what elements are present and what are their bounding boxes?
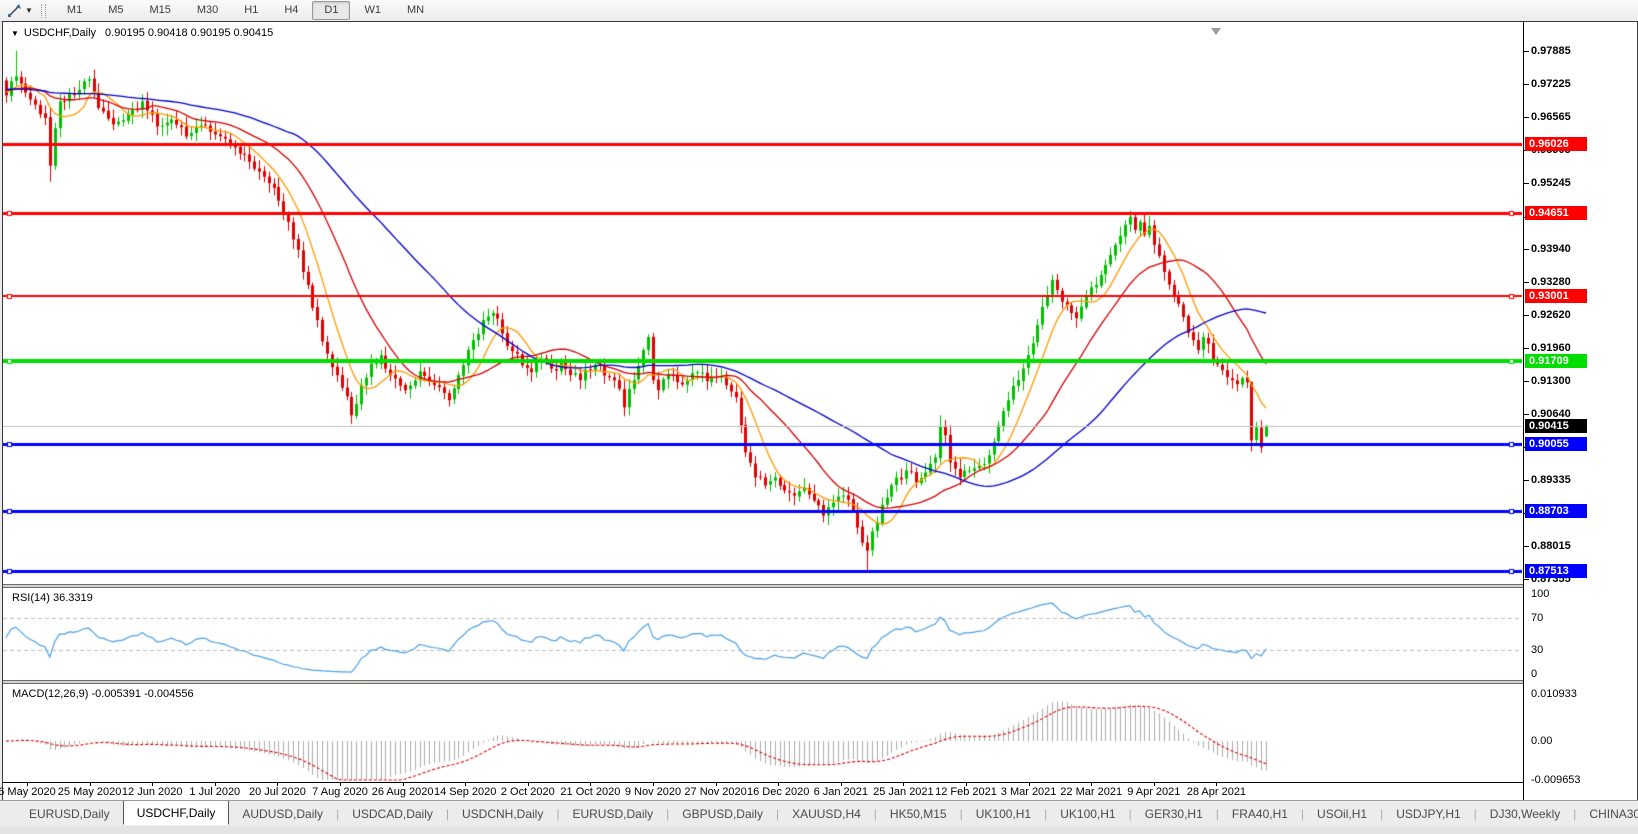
rsi-scale-label: 70 [1531,612,1544,624]
level-price-label: 0.93001 [1525,288,1587,303]
date-axis-label: 25 Jan 2021 [873,786,934,798]
rsi-indicator-label: RSI(14) 36.3319 [12,592,93,604]
current-price-label: 0.90415 [1525,418,1587,433]
price-axis-tick: 0.93940 [1524,242,1571,255]
date-axis-label: 28 Apr 2021 [1186,786,1247,798]
chart-ohlc-values: 0.90195 0.90418 0.90195 0.90415 [105,27,274,39]
symbol-dropdown-icon[interactable]: ▼ [11,29,19,38]
date-axis-label: 12 Jun 2020 [121,786,183,798]
tool-dropdown-caret-icon[interactable]: ▼ [25,6,33,15]
price-axis-tick: 0.96565 [1524,111,1571,124]
level-price-label: 0.90055 [1525,436,1587,451]
chart-tab-uk100-h1[interactable]: UK100,H1 [1047,803,1128,825]
price-axis-tick: 0.89335 [1524,473,1571,486]
timeframe-button-d1[interactable]: D1 [312,1,351,20]
price-axis-tick: 0.93280 [1524,275,1571,288]
chart-tab-usdcad-daily[interactable]: USDCAD,Daily [339,803,446,825]
date-axis-label: 3 Mar 2021 [1000,786,1057,798]
date-axis-label: 6 May 2020 [0,786,56,798]
price-axis-tick: 0.91960 [1524,342,1571,355]
level-price-label: 0.96026 [1525,137,1587,152]
price-axis-tick: 0.95245 [1524,177,1571,190]
timeframe-button-m15[interactable]: M15 [137,1,182,20]
date-axis-label: 1 Jul 2020 [189,786,241,798]
chart-tab-ger30-h1[interactable]: GER30,H1 [1132,803,1216,825]
price-chart-canvas[interactable] [3,22,1522,584]
date-axis-label: 16 Dec 2020 [746,786,810,798]
chart-symbol-label: USDCHF,Daily [23,27,97,39]
macd-scale-label: -0.009653 [1531,774,1581,786]
chart-shift-marker[interactable] [1211,28,1221,35]
rsi-scale-label: 30 [1531,644,1544,656]
date-axis-label: 12 Feb 2021 [935,786,997,798]
chart-tab-china300-h1[interactable]: CHINA300,H1 [1576,803,1638,825]
line-studies-icon[interactable] [3,2,25,20]
date-axis-label: 20 Jul 2020 [248,786,306,798]
macd-panel-canvas[interactable] [3,684,1522,782]
chart-title: ▼ USDCHF,Daily 0.90195 0.90418 0.90195 0… [11,27,273,39]
chart-tab-dj30-weekly[interactable]: DJ30,Weekly [1477,803,1573,825]
price-axis[interactable]: 0.978850.972250.965650.959050.952450.945… [1523,22,1637,801]
price-axis-tick: 0.88015 [1524,539,1571,552]
price-axis-tick: 0.97225 [1524,78,1571,91]
date-axis-label: 2 Oct 2020 [500,786,555,798]
date-axis-label: 14 Sep 2020 [433,786,497,798]
rsi-scale-label: 100 [1531,588,1550,600]
chart-tab-gbpusd-daily[interactable]: GBPUSD,Daily [669,803,776,825]
date-axis-label: 26 Aug 2020 [371,786,434,798]
chart-window: ▼ USDCHF,Daily 0.90195 0.90418 0.90195 0… [0,21,1638,802]
chart-tab-audusd-daily[interactable]: AUDUSD,Daily [229,803,336,825]
chart-tab-eurusd-daily[interactable]: EURUSD,Daily [559,803,666,825]
macd-indicator-label: MACD(12,26,9) -0.005391 -0.004556 [12,688,194,700]
timeframe-button-h1[interactable]: H1 [232,1,270,20]
timeframe-button-m1[interactable]: M1 [55,1,94,20]
chart-tab-usoil-h1[interactable]: USOil,H1 [1304,803,1380,825]
chart-tab-usdjpy-h1[interactable]: USDJPY,H1 [1383,803,1473,825]
toolbar: ▼ M1 M5 M15 M30 H1 H4 D1 W1 MN [0,0,1638,22]
chart-tab-usdchf-daily[interactable]: USDCHF,Daily [122,801,230,825]
timeframe-button-mn[interactable]: MN [395,1,436,20]
date-axis-label: 6 Jan 2021 [813,786,869,798]
chart-tab-usdcnh-daily[interactable]: USDCNH,Daily [449,803,556,825]
chart-tab-bar: EURUSD,Daily USDCHF,Daily AUDUSD,Daily | USD… [0,800,1638,826]
level-price-label: 0.87513 [1525,564,1587,579]
timeframe-buttons: M1 M5 M15 M30 H1 H4 D1 W1 MN [54,1,437,20]
rsi-panel-canvas[interactable] [3,588,1522,680]
timeframe-button-h4[interactable]: H4 [272,1,310,20]
date-axis-label: 22 Mar 2021 [1060,786,1123,798]
price-axis-tick: 0.91300 [1524,375,1571,388]
date-axis-label: 25 May 2020 [57,786,122,798]
level-price-label: 0.94651 [1525,206,1587,221]
price-axis-tick: 0.92620 [1524,309,1571,322]
level-price-label: 0.91709 [1525,353,1587,368]
chart-tab-xauusd-h4[interactable]: XAUUSD,H4 [779,803,874,825]
price-axis-tick: 0.97885 [1524,45,1571,58]
line-studies-icon-glyph [7,4,21,17]
chart-tab-eurusd-daily[interactable]: EURUSD,Daily [16,803,123,825]
chart-tab-uk100-h1[interactable]: UK100,H1 [963,803,1044,825]
bottom-strip [0,826,1638,834]
date-axis[interactable]: 6 May 2020 25 May 2020 12 Jun 2020 1 Jul 20… [0,782,1523,801]
level-price-label: 0.88703 [1525,504,1587,519]
date-axis-label: 9 Nov 2020 [624,786,682,798]
timeframe-button-m30[interactable]: M30 [185,1,230,20]
toolbar-grip [40,3,46,18]
chart-tab-hk50-m15[interactable]: HK50,M15 [877,803,960,825]
date-axis-label: 21 Oct 2020 [560,786,621,798]
rsi-scale-label: 0 [1531,668,1538,680]
macd-scale-label: 0.00 [1531,735,1553,747]
macd-scale-label: 0.010933 [1531,687,1577,700]
chart-tab-fra40-h1[interactable]: FRA40,H1 [1219,803,1301,825]
date-axis-label: 7 Aug 2020 [312,786,368,798]
date-axis-label: 27 Nov 2020 [684,786,747,798]
timeframe-button-m5[interactable]: M5 [96,1,135,20]
timeframe-button-w1[interactable]: W1 [352,1,393,20]
date-axis-label: 9 Apr 2021 [1127,786,1181,798]
